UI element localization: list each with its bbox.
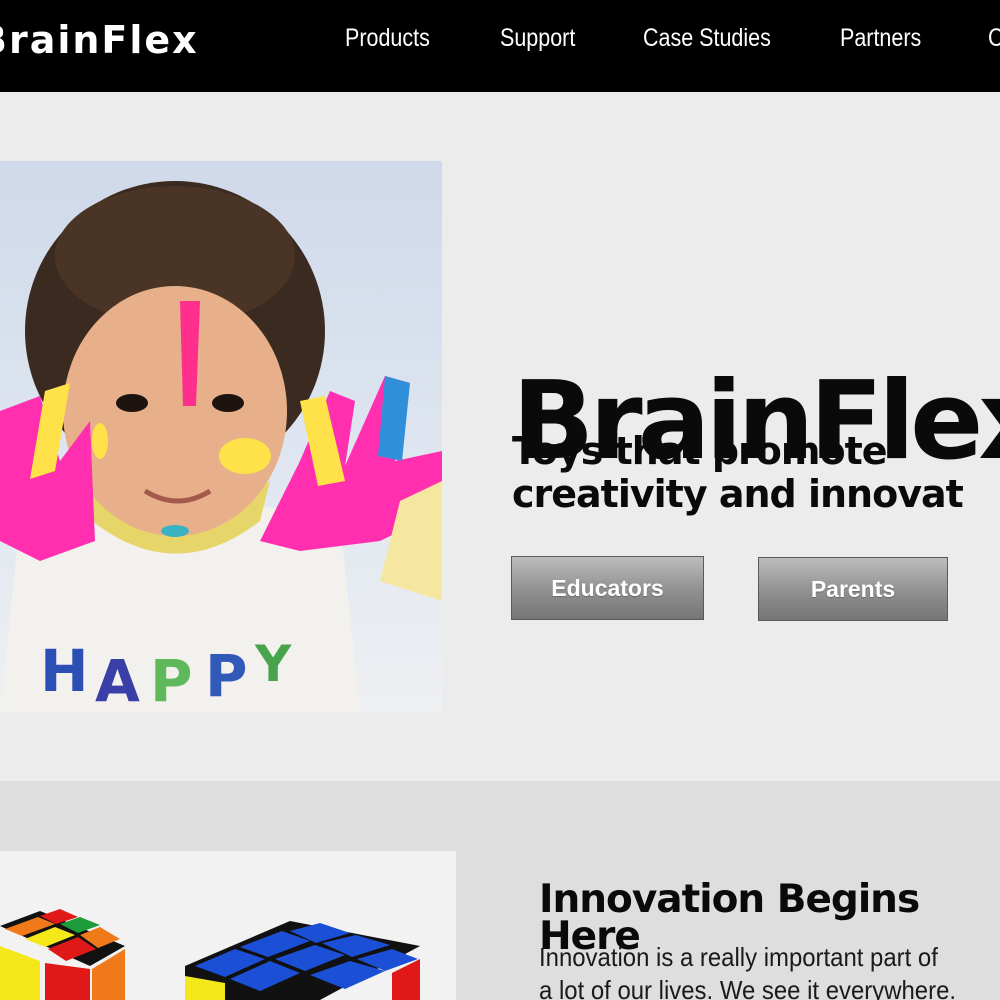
innovation-body-line-1: Innovation is a really important part of	[539, 942, 938, 972]
svg-text:P: P	[205, 642, 248, 710]
hero-photo-child-painted-hands: H A P P Y	[0, 161, 442, 712]
innovation-section: Innovation Begins Here Innovation is a r…	[0, 781, 1000, 1000]
brand-logo[interactable]: BrainFlex	[0, 18, 199, 62]
svg-text:H: H	[40, 637, 89, 705]
innovation-heading-line-1: Innovation Begins	[539, 877, 920, 923]
rubiks-cubes-illustration	[0, 909, 420, 1000]
hero-subtitle: Toys that promote creativity and innovat	[512, 430, 1000, 516]
nav-partners[interactable]: Partners	[840, 24, 921, 53]
nav-case-studies[interactable]: Case Studies	[643, 24, 771, 53]
svg-text:Y: Y	[254, 635, 292, 693]
innovation-body-text: Innovation is a really important part of…	[539, 941, 971, 1000]
svg-text:A: A	[95, 647, 140, 712]
hero-subtitle-line-1: Toys that promote	[512, 429, 888, 473]
rubiks-cubes-photo	[0, 851, 456, 1000]
hero-subtitle-line-2: creativity and innovat	[512, 472, 964, 516]
nav-support[interactable]: Support	[500, 24, 575, 53]
nav-item-partial[interactable]: C	[988, 24, 1000, 53]
innovation-body-line-2: a lot of our lives. We see it everywhere…	[539, 975, 957, 1000]
svg-text:P: P	[150, 647, 193, 712]
hero-photo-illustration: H A P P Y	[0, 181, 442, 712]
nav-products[interactable]: Products	[345, 24, 430, 53]
brand-logo-text: BrainFlex	[0, 18, 199, 62]
parents-button[interactable]: Parents	[758, 557, 948, 621]
top-nav-bar: BrainFlex Products Support Case Studies …	[0, 0, 1000, 92]
educators-button[interactable]: Educators	[511, 556, 704, 620]
